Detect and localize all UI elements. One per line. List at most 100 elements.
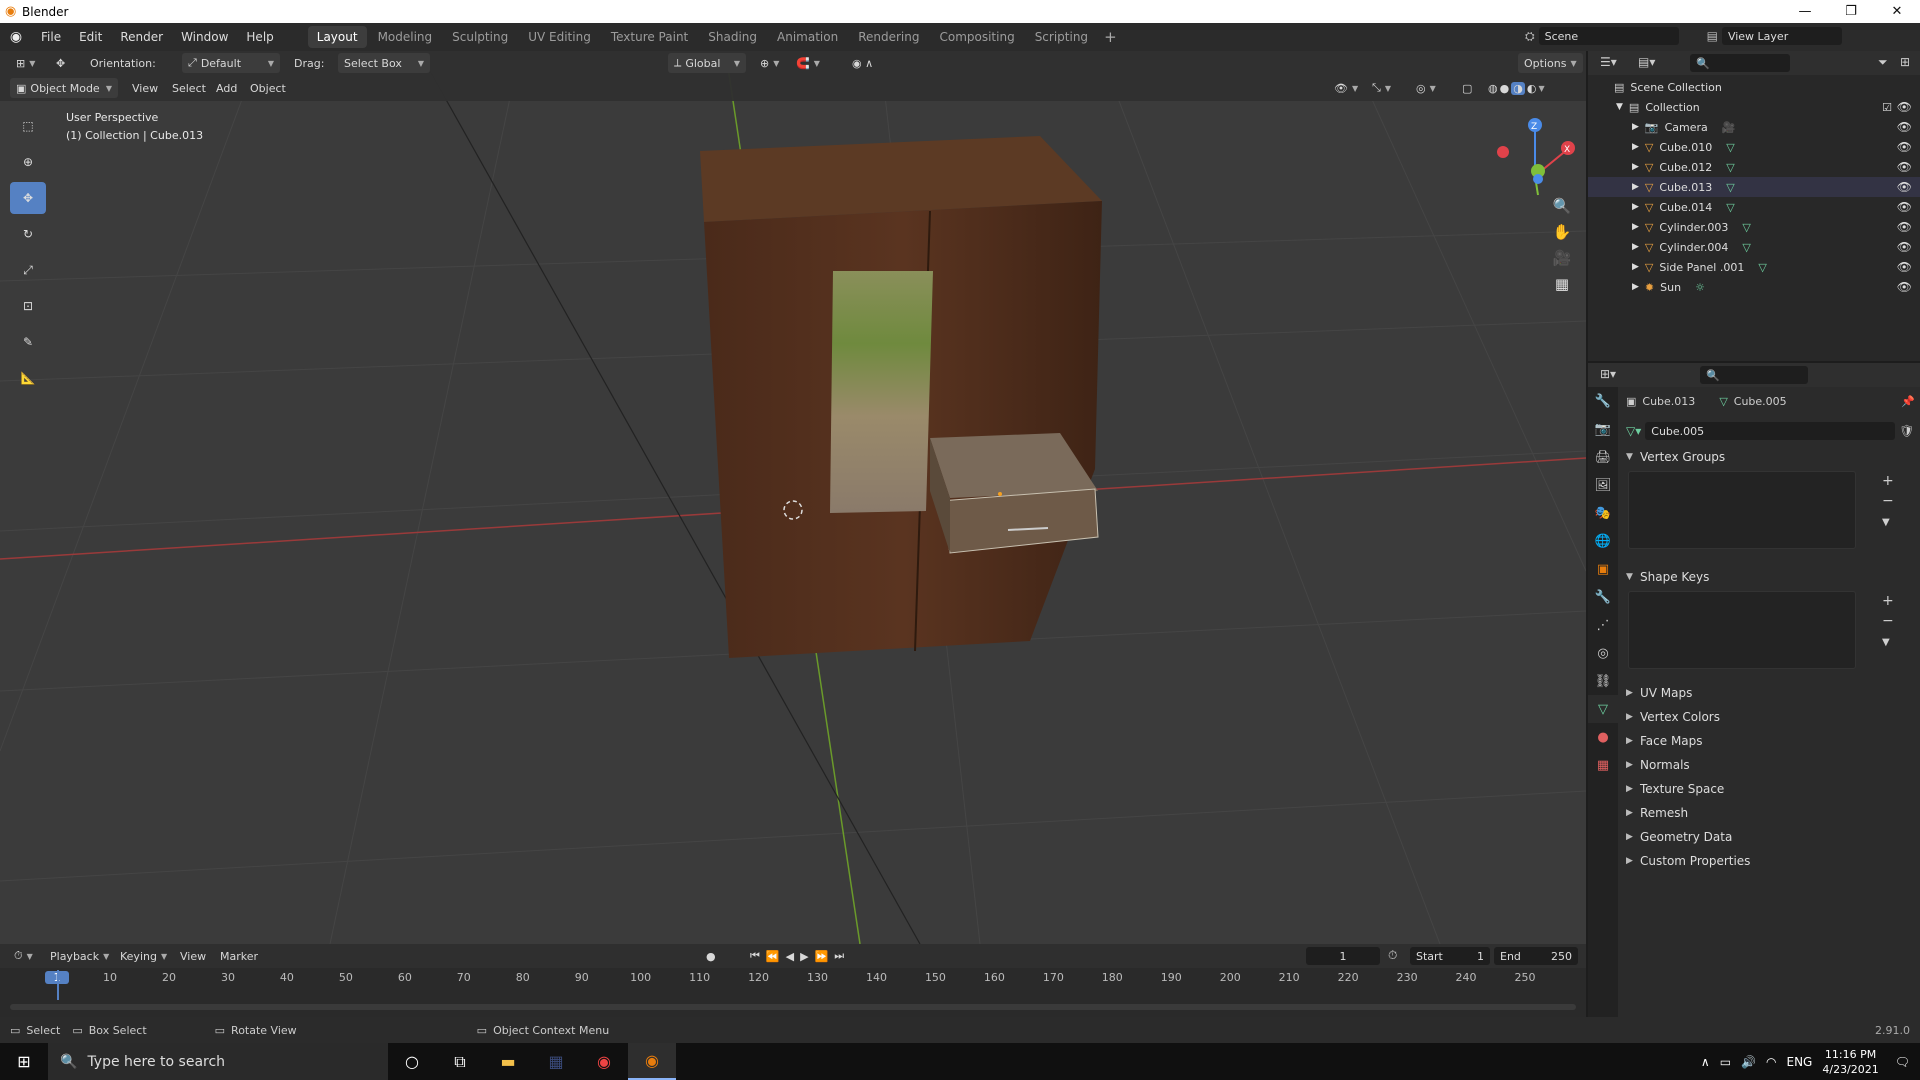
- section-geometry-data[interactable]: ▶ Geometry Data: [1626, 827, 1912, 847]
- timeline-editor-type-icon[interactable]: ⏱ ▼: [8, 946, 39, 966]
- blender-menu-icon[interactable]: ◉: [0, 29, 32, 45]
- move-tool-icon[interactable]: ✥: [10, 182, 46, 214]
- material-tab-icon[interactable]: ●: [1588, 723, 1618, 751]
- cursor-tool-icon[interactable]: ⊕: [10, 146, 46, 178]
- eye-icon[interactable]: 👁: [1897, 100, 1912, 114]
- prev-keyframe-icon[interactable]: ⏪: [766, 950, 780, 963]
- tab-rendering[interactable]: Rendering: [849, 26, 928, 48]
- chrome-icon[interactable]: ◉: [580, 1043, 628, 1080]
- wifi-icon[interactable]: ◠: [1766, 1055, 1776, 1069]
- menu-object[interactable]: Object: [244, 78, 292, 98]
- proportional-edit-icon[interactable]: ◉ ∧: [846, 53, 879, 73]
- blender-taskbar-icon[interactable]: ◉: [628, 1043, 676, 1080]
- frame-ruler[interactable]: 1102030405060708090100110120130140150160…: [0, 968, 1586, 988]
- device-icon[interactable]: ▭: [1720, 1055, 1731, 1069]
- vertex-groups-list[interactable]: [1628, 471, 1856, 549]
- collection-row[interactable]: ▼ ▤ Collection ☑ 👁: [1588, 97, 1920, 117]
- properties-search-input[interactable]: 🔍: [1700, 366, 1808, 384]
- mesh-browse-icon[interactable]: ▽▾: [1626, 424, 1641, 438]
- outliner-item[interactable]: ▶ 📷 Camera 🎥 👁: [1588, 117, 1920, 137]
- object-data-icon[interactable]: ☼: [1695, 281, 1705, 294]
- view-layer-icon[interactable]: ▤: [1707, 29, 1718, 43]
- outliner-item[interactable]: ▶ ▽ Side Panel .001 ▽ 👁: [1588, 257, 1920, 277]
- outliner-item[interactable]: ▶ ✹ Sun ☼ 👁: [1588, 277, 1920, 297]
- select-box-tool-icon[interactable]: ⬚: [10, 110, 46, 142]
- object-data-icon[interactable]: ▽: [1726, 181, 1734, 194]
- render-tab-icon[interactable]: 📷: [1588, 415, 1618, 443]
- add-vertex-group-button[interactable]: +: [1882, 473, 1894, 489]
- scene-tab-icon[interactable]: 🎭: [1588, 499, 1618, 527]
- menu-window[interactable]: Window: [172, 23, 237, 51]
- tab-modeling[interactable]: Modeling: [369, 26, 442, 48]
- vertex-group-menu-icon[interactable]: ▼: [1882, 517, 1890, 528]
- jump-end-icon[interactable]: ⏭: [834, 949, 844, 963]
- wireframe-shading-icon[interactable]: ◍: [1488, 82, 1498, 95]
- expand-arrow-icon[interactable]: ▶: [1632, 282, 1639, 292]
- tab-texture-paint[interactable]: Texture Paint: [602, 26, 697, 48]
- tab-scripting[interactable]: Scripting: [1026, 26, 1097, 48]
- visibility-icon[interactable]: 👁 ▼: [1328, 78, 1364, 98]
- windows-start-icon[interactable]: ⊞: [0, 1043, 48, 1080]
- transform-tool-icon[interactable]: ⊡: [10, 290, 46, 322]
- expand-arrow-icon[interactable]: ▶: [1632, 182, 1639, 192]
- cortana-icon[interactable]: ○: [388, 1043, 436, 1080]
- eye-icon[interactable]: 👁: [1897, 200, 1912, 214]
- object-data-icon[interactable]: ▽: [1726, 161, 1734, 174]
- overlay-toggle-icon[interactable]: ◎ ▼: [1410, 78, 1442, 98]
- remove-vertex-group-button[interactable]: −: [1882, 493, 1894, 509]
- object-data-icon[interactable]: ▽: [1742, 241, 1750, 254]
- object-data-icon[interactable]: 🎥: [1722, 121, 1736, 134]
- eye-icon[interactable]: 👁: [1897, 220, 1912, 234]
- outliner-editor-type-icon[interactable]: ☰▾: [1600, 55, 1617, 69]
- menu-marker[interactable]: Marker: [214, 946, 264, 966]
- ortho-grid-icon[interactable]: ▦: [1549, 271, 1575, 297]
- menu-timeline-view[interactable]: View: [174, 946, 212, 966]
- output-tab-icon[interactable]: 🖨: [1588, 443, 1618, 471]
- editor-type-button[interactable]: ⊞ ▼: [10, 53, 41, 73]
- fake-user-icon[interactable]: 🛡: [1899, 424, 1914, 438]
- timeline-scrollbar[interactable]: [10, 1004, 1576, 1010]
- menu-file[interactable]: File: [32, 23, 70, 51]
- menu-edit[interactable]: Edit: [70, 23, 111, 51]
- particles-tab-icon[interactable]: ⋰: [1588, 611, 1618, 639]
- scene-field[interactable]: Scene: [1538, 27, 1679, 45]
- outliner-item[interactable]: ▶ ▽ Cube.012 ▽ 👁: [1588, 157, 1920, 177]
- options-dropdown[interactable]: Options ▼: [1518, 53, 1583, 73]
- file-explorer-icon[interactable]: ▬: [484, 1043, 532, 1080]
- eye-icon[interactable]: 👁: [1897, 280, 1912, 294]
- object-tab-icon[interactable]: ▣: [1588, 555, 1618, 583]
- object-data-icon[interactable]: ▽: [1726, 201, 1734, 214]
- play-icon[interactable]: ▶: [800, 950, 808, 963]
- scale-tool-icon[interactable]: ⤢: [10, 254, 46, 286]
- section-texture-space[interactable]: ▶ Texture Space: [1626, 779, 1912, 799]
- menu-select[interactable]: Select: [166, 78, 212, 98]
- section-shape-keys[interactable]: ▼ Shape Keys: [1626, 567, 1912, 587]
- play-reverse-icon[interactable]: ◀: [786, 950, 794, 963]
- restore-button[interactable]: ❐: [1828, 0, 1874, 23]
- expand-arrow-icon[interactable]: ▼: [1616, 102, 1623, 112]
- object-data-icon[interactable]: ▽: [1758, 261, 1766, 274]
- drag-dropdown[interactable]: Select Box ▼: [338, 53, 430, 73]
- outliner-item[interactable]: ▶ ▽ Cube.013 ▽ 👁: [1588, 177, 1920, 197]
- solid-shading-icon[interactable]: ●: [1500, 82, 1510, 95]
- minimize-button[interactable]: —: [1782, 0, 1828, 23]
- view-layer-field[interactable]: View Layer: [1721, 27, 1842, 45]
- remove-shape-key-button[interactable]: −: [1882, 613, 1894, 629]
- tab-uv-editing[interactable]: UV Editing: [519, 26, 600, 48]
- outliner-search-input[interactable]: 🔍: [1690, 54, 1790, 72]
- tray-chevron-icon[interactable]: ∧: [1701, 1055, 1710, 1069]
- language-indicator[interactable]: ENG: [1787, 1055, 1813, 1069]
- preview-range-icon[interactable]: ⏱: [1388, 948, 1397, 963]
- add-workspace-icon[interactable]: +: [1104, 28, 1117, 46]
- shape-key-menu-icon[interactable]: ▼: [1882, 637, 1890, 648]
- volume-icon[interactable]: 🔊: [1741, 1055, 1756, 1069]
- physics-tab-icon[interactable]: ◎: [1588, 639, 1618, 667]
- world-tab-icon[interactable]: 🌐: [1588, 527, 1618, 555]
- measure-tool-icon[interactable]: 📐: [10, 362, 46, 394]
- xray-icon[interactable]: ▢: [1456, 78, 1478, 98]
- annotate-tool-icon[interactable]: ✎: [10, 326, 46, 358]
- tab-shading[interactable]: Shading: [699, 26, 766, 48]
- gizmo-toggle-icon[interactable]: ⤡ ▼: [1366, 78, 1397, 98]
- tab-animation[interactable]: Animation: [768, 26, 847, 48]
- camera-view-icon[interactable]: 🎥: [1549, 245, 1575, 271]
